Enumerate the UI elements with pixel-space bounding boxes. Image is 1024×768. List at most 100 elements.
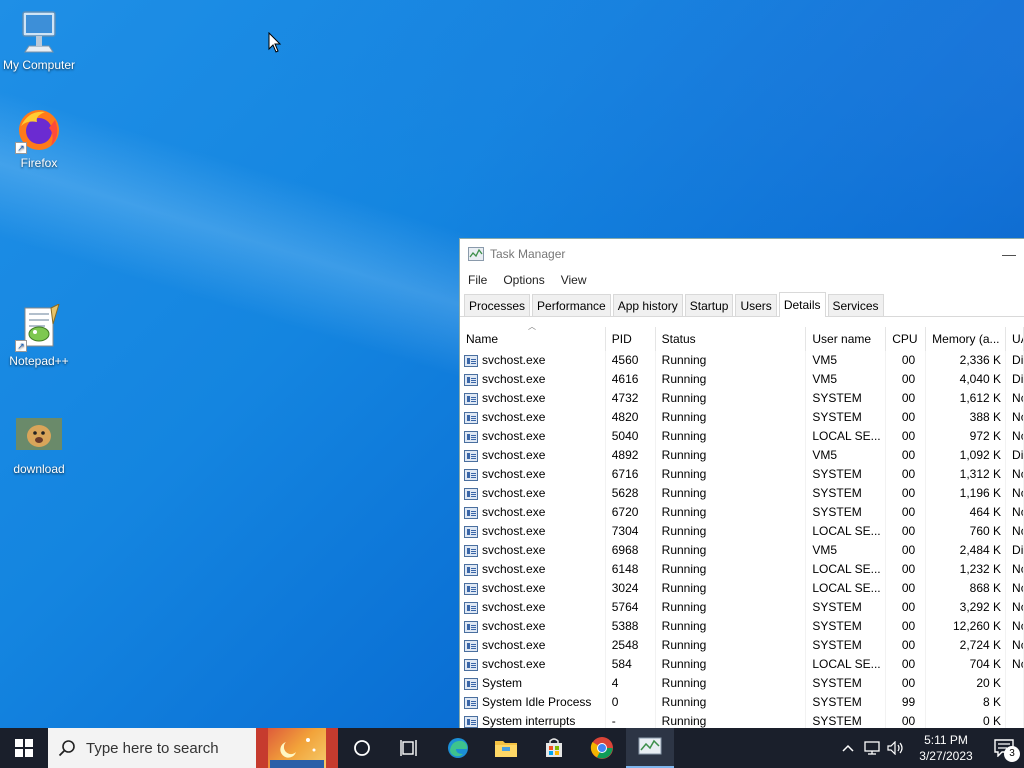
shortcut-arrow-icon: ↗ (15, 142, 27, 154)
column-header-status[interactable]: Status (656, 326, 807, 351)
tab-processes[interactable]: Processes (464, 294, 531, 316)
cpu-cell: 00 (886, 541, 927, 560)
user-name-cell: SYSTEM (806, 636, 887, 655)
tab-startup[interactable]: Startup (684, 294, 734, 316)
tab-performance[interactable]: Performance (532, 294, 611, 316)
menu-file[interactable]: File (468, 273, 487, 287)
column-header-uac[interactable]: UA (1006, 326, 1024, 351)
desktop-icon-my-computer[interactable]: My Computer (0, 8, 78, 72)
process-name: svchost.exe (482, 429, 546, 443)
memory-cell: 2,484 K (926, 541, 1007, 560)
column-header-pid[interactable]: PID (606, 326, 656, 351)
process-name-cell: svchost.exe (460, 484, 606, 503)
show-hidden-icons-button[interactable] (836, 728, 860, 768)
process-icon (464, 430, 478, 443)
process-icon (464, 620, 478, 633)
taskbar-clock[interactable]: 5:11 PM 3/27/2023 (908, 732, 984, 764)
tab-users[interactable]: Users (735, 294, 777, 316)
taskbar-search-box[interactable]: Type here to search (48, 728, 256, 768)
pid-cell: 4820 (606, 408, 656, 427)
desktop-icon-download[interactable]: download (0, 412, 78, 476)
table-row[interactable]: svchost.exe 4616 Running VM5 00 4,040 K Di (460, 370, 1024, 389)
table-row[interactable]: svchost.exe 4732RunningSYSTEM001,612 KNc (460, 389, 1024, 408)
taskbar-file-explorer[interactable] (482, 728, 530, 768)
table-row[interactable]: svchost.exe 6720RunningSYSTEM00464 KNc (460, 503, 1024, 522)
tab-app-history[interactable]: App history (612, 294, 683, 316)
table-row[interactable]: svchost.exe 6968 Running VM5 00 2,484 K Di (460, 541, 1024, 560)
table-row[interactable]: svchost.exe 4560 Running VM5 00 2,336 K Di (460, 351, 1024, 370)
process-name-cell: svchost.exe (460, 427, 606, 446)
action-center-button[interactable]: 3 (984, 728, 1024, 768)
table-row[interactable]: svchost.exe 5388RunningSYSTEM0012,260 KNc (460, 617, 1024, 636)
desktop-icon-notepadpp[interactable]: ↗ Notepad++ (0, 303, 78, 368)
table-row[interactable]: svchost.exe 3024 Running LOCAL SE... 00 868 K… (460, 579, 1024, 598)
title-bar[interactable]: Task Manager — (460, 239, 1024, 269)
process-icon (464, 639, 478, 652)
process-name-cell: System Idle Process (460, 693, 606, 712)
speaker-icon (887, 741, 903, 755)
table-row[interactable]: svchost.exe 5764RunningSYSTEM003,292 KNc (460, 598, 1024, 617)
table-row[interactable]: svchost.exe 7304 Running LOCAL SE... 00 760 K… (460, 522, 1024, 541)
taskbar-edge[interactable] (434, 728, 482, 768)
status-cell: Running (656, 370, 807, 389)
user-name-cell: SYSTEM (806, 598, 887, 617)
column-header-memory[interactable]: Memory (a... (926, 326, 1007, 351)
process-icon (464, 373, 478, 386)
table-row[interactable]: svchost.exe 4820RunningSYSTEM00388 KNc (460, 408, 1024, 427)
pid-cell: 6716 (606, 465, 656, 484)
table-row[interactable]: svchost.exe 4892 Running VM5 00 1,092 K Di (460, 446, 1024, 465)
taskbar-task-manager[interactable] (626, 728, 674, 768)
process-name: svchost.exe (482, 657, 546, 671)
menu-view[interactable]: View (561, 273, 587, 287)
cpu-cell: 00 (886, 674, 927, 693)
process-icon (464, 658, 478, 671)
pid-cell: 6968 (606, 541, 656, 560)
memory-cell: 3,292 K (926, 598, 1007, 617)
table-row[interactable]: svchost.exe 2548RunningSYSTEM002,724 KNc (460, 636, 1024, 655)
system-tray: 5:11 PM 3/27/2023 3 (836, 728, 1024, 768)
cortana-button[interactable] (338, 728, 386, 768)
table-row[interactable]: svchost.exe 5628RunningSYSTEM001,196 KNc (460, 484, 1024, 503)
process-name: svchost.exe (482, 524, 546, 538)
process-icon (464, 544, 478, 557)
tab-details[interactable]: Details (778, 292, 826, 317)
status-cell: Running (656, 389, 807, 408)
cpu-cell: 99 (886, 693, 927, 712)
user-name-cell: SYSTEM (806, 408, 887, 427)
process-name-cell: svchost.exe (460, 598, 606, 617)
process-icon (464, 582, 478, 595)
search-highlight-image[interactable] (256, 728, 338, 768)
start-button[interactable] (0, 728, 48, 768)
table-row[interactable]: System Idle Process 0 Running SYSTEM 99 8 K (460, 693, 1024, 712)
desktop-icon-firefox[interactable]: ↗ Firefox (0, 106, 78, 170)
table-row[interactable]: svchost.exe 6716RunningSYSTEM001,312 KNc (460, 465, 1024, 484)
table-row[interactable]: System 4 Running SYSTEM 00 20 K (460, 674, 1024, 693)
minimize-button[interactable]: — (994, 246, 1024, 262)
clock-time: 5:11 PM (924, 733, 968, 747)
user-name-cell: SYSTEM (806, 465, 887, 484)
user-name-cell: SYSTEM (806, 484, 887, 503)
user-name-cell: LOCAL SE... (806, 522, 887, 541)
column-header-user-name[interactable]: User name (806, 326, 887, 351)
memory-cell: 2,336 K (926, 351, 1007, 370)
volume-button[interactable] (884, 728, 908, 768)
task-manager-window[interactable]: Task Manager — File Options View Process… (459, 238, 1024, 738)
menu-options[interactable]: Options (503, 273, 544, 287)
table-row[interactable]: svchost.exe 584 Running LOCAL SE... 00 704 KN… (460, 655, 1024, 674)
status-cell: Running (656, 465, 807, 484)
table-row[interactable]: svchost.exe 5040 Running LOCAL SE... 00 972 K… (460, 427, 1024, 446)
memory-cell: 8 K (926, 693, 1007, 712)
task-view-button[interactable] (386, 728, 434, 768)
tab-services[interactable]: Services (827, 294, 884, 316)
taskbar-chrome[interactable] (578, 728, 626, 768)
process-name-cell: svchost.exe (460, 370, 606, 389)
process-name: svchost.exe (482, 486, 546, 500)
menu-bar: File Options View (460, 269, 1024, 291)
edge-icon (448, 738, 468, 758)
network-button[interactable] (860, 728, 884, 768)
table-row[interactable]: svchost.exe 6148 Running LOCAL SE... 00 1,232… (460, 560, 1024, 579)
memory-cell: 1,196 K (926, 484, 1007, 503)
taskbar-store[interactable] (530, 728, 578, 768)
memory-cell: 972 K (926, 427, 1007, 446)
column-header-cpu[interactable]: CPU (886, 326, 927, 351)
